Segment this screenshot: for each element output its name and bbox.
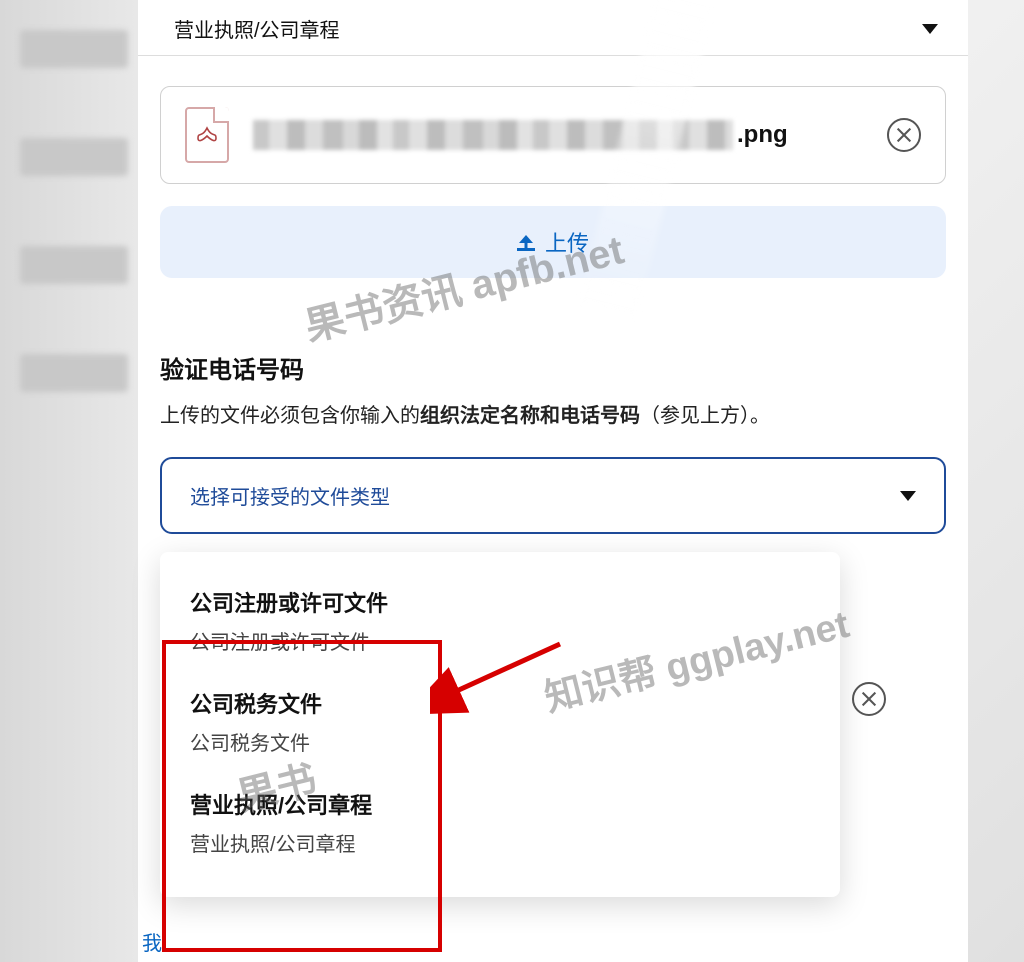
- upload-button[interactable]: 上传: [160, 206, 946, 278]
- file-type-dropdown: 公司注册或许可文件 公司注册或许可文件 公司税务文件 公司税务文件 营业执照/公…: [160, 552, 840, 897]
- dropdown-option-license[interactable]: 营业执照/公司章程 营业执照/公司章程: [160, 778, 840, 879]
- remove-file-button[interactable]: [887, 118, 921, 152]
- form-panel: 营业执照/公司章程 .png 上传 验证电话号码 上传的文件必须包含你输入的组织…: [138, 0, 968, 962]
- option-title: 公司注册或许可文件: [190, 586, 810, 618]
- file-type-placeholder: 选择可接受的文件类型: [190, 481, 390, 510]
- filename-area: .png: [253, 120, 863, 150]
- pdf-glyph-icon: [195, 126, 219, 150]
- verify-phone-desc: 上传的文件必须包含你输入的组织法定名称和电话号码（参见上方）。: [160, 401, 946, 431]
- chevron-down-icon: [922, 24, 938, 34]
- document-type-select[interactable]: 营业执照/公司章程: [138, 0, 968, 56]
- dropdown-option-registration[interactable]: 公司注册或许可文件 公司注册或许可文件: [160, 576, 840, 677]
- option-sub: 公司税务文件: [190, 727, 810, 756]
- option-sub: 营业执照/公司章程: [190, 828, 810, 857]
- uploaded-file-row: .png: [160, 86, 946, 184]
- upload-button-label: 上传: [545, 226, 589, 258]
- desc-strong: 组织法定名称和电话号码: [420, 405, 640, 427]
- chevron-down-icon: [900, 491, 916, 501]
- filename-redacted: [253, 120, 733, 150]
- footer-link[interactable]: 我: [142, 927, 162, 956]
- file-extension: .png: [737, 121, 788, 149]
- pdf-file-icon: [185, 107, 229, 163]
- desc-suffix: （参见上方）。: [640, 405, 770, 427]
- blurred-sidebar: [0, 0, 138, 962]
- secondary-remove-button[interactable]: [852, 682, 886, 716]
- file-type-select[interactable]: 选择可接受的文件类型: [160, 457, 946, 534]
- option-title: 公司税务文件: [190, 687, 810, 719]
- upload-icon: [517, 233, 535, 251]
- desc-prefix: 上传的文件必须包含你输入的: [160, 405, 420, 427]
- option-title: 营业执照/公司章程: [190, 788, 810, 820]
- dropdown-option-tax[interactable]: 公司税务文件 公司税务文件: [160, 677, 840, 778]
- option-sub: 公司注册或许可文件: [190, 626, 810, 655]
- document-type-label: 营业执照/公司章程: [174, 14, 340, 43]
- verify-phone-title: 验证电话号码: [160, 350, 946, 385]
- footer-link-text: 我: [142, 933, 162, 955]
